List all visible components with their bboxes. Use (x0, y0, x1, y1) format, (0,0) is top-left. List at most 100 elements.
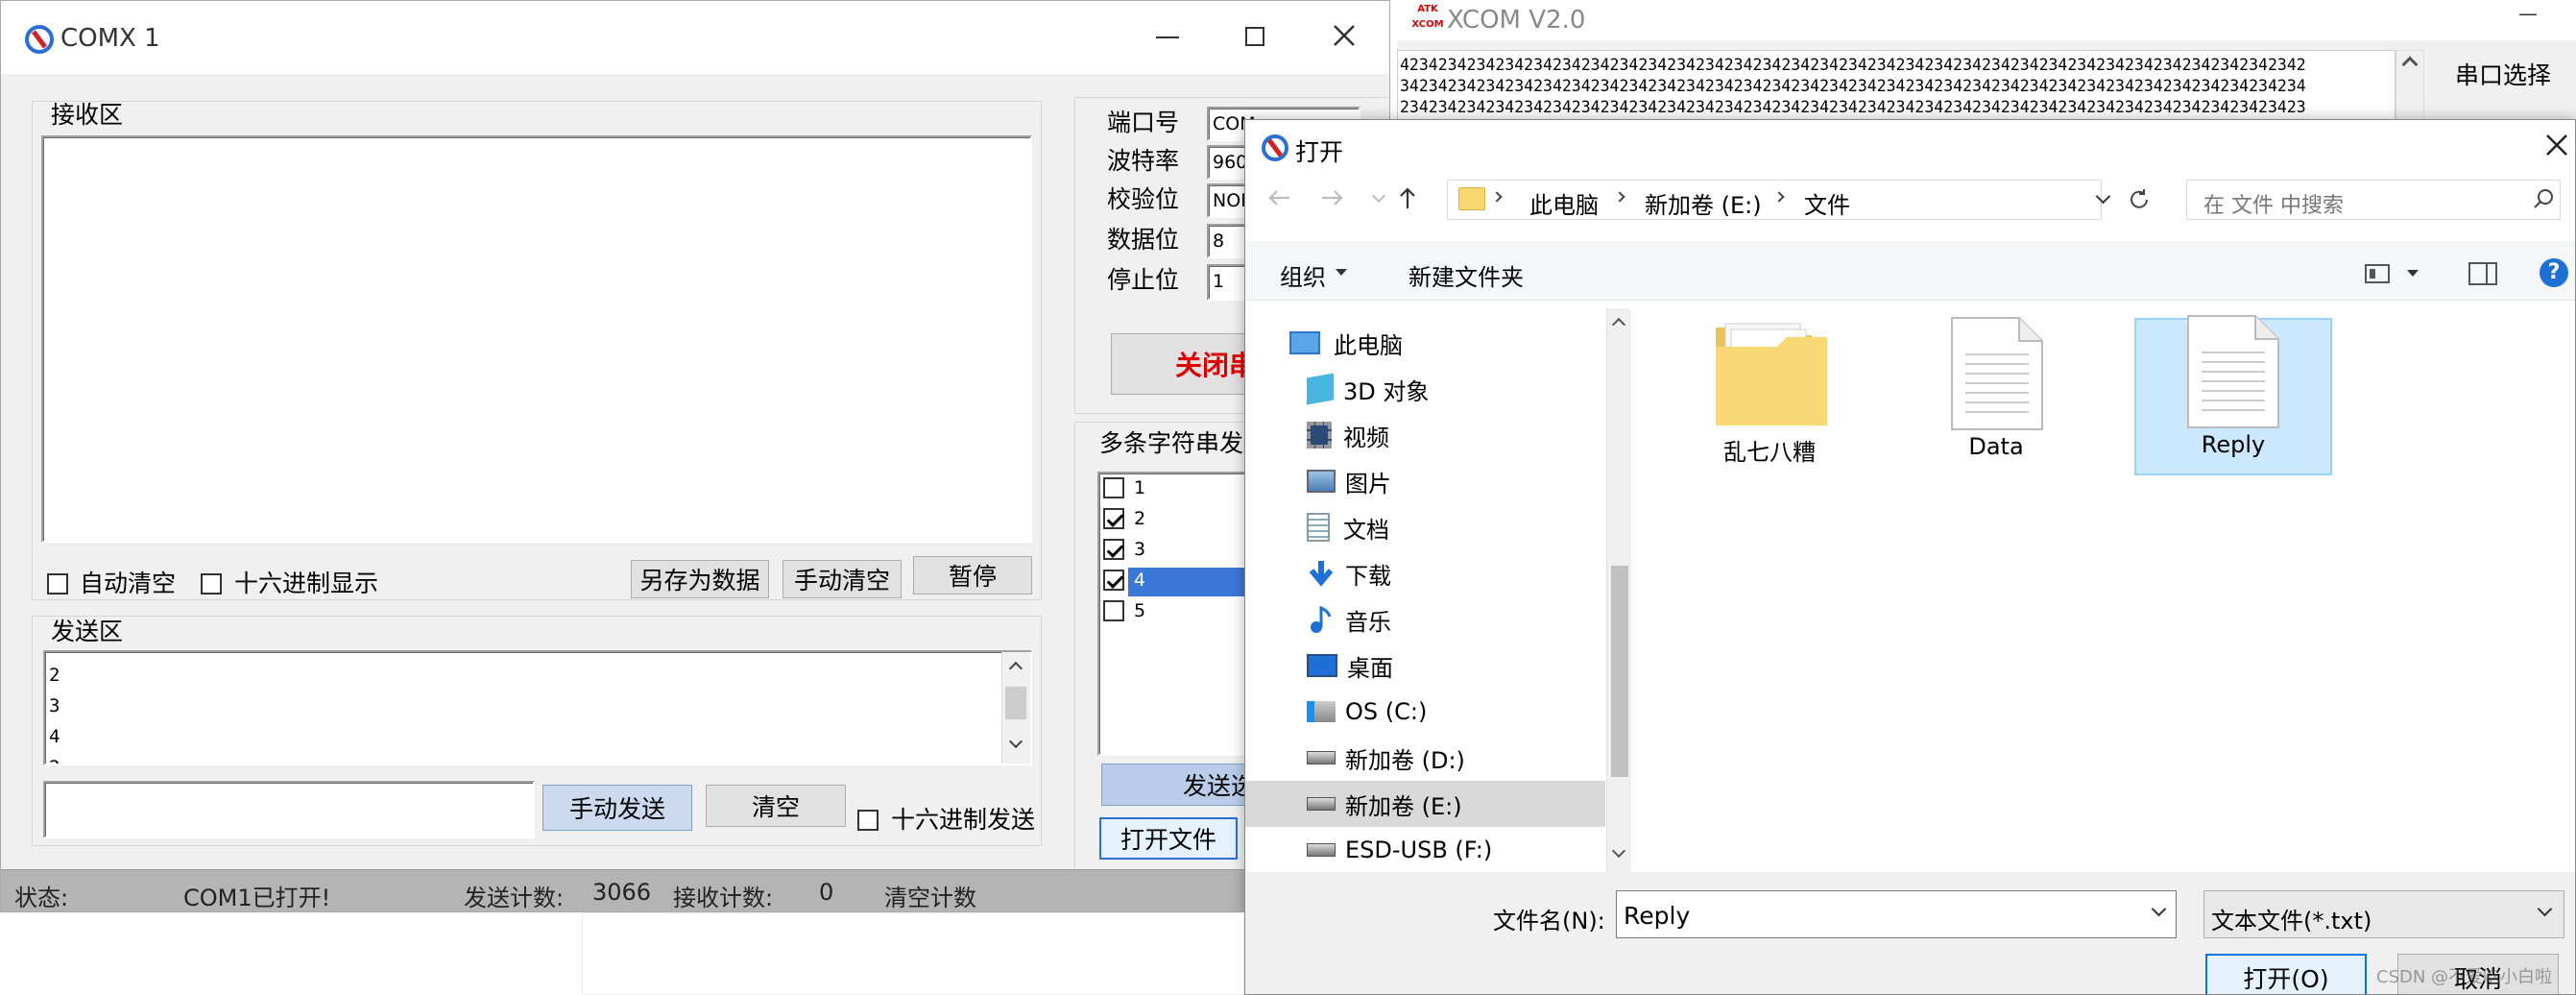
recv-count-value: 0 (819, 879, 834, 906)
filetype-value: 文本文件(*.txt) (2211, 908, 2372, 934)
breadcrumb-item[interactable]: 此电脑 (1529, 186, 1599, 220)
scroll-up-icon[interactable] (1008, 661, 1023, 676)
nav-item-desktop[interactable]: 桌面 (1245, 643, 1605, 689)
multi-item-checkbox[interactable] (1103, 600, 1124, 621)
new-folder-button[interactable]: 新建文件夹 (1408, 258, 1524, 292)
scroll-thumb[interactable] (1611, 566, 1628, 777)
usb-drive-icon (1307, 843, 1336, 857)
scroll-up-icon[interactable] (2401, 56, 2419, 73)
file-name: Data (1968, 433, 2024, 460)
multi-item-checkbox[interactable] (1103, 539, 1124, 560)
nav-scrollbar-track[interactable] (1606, 308, 1631, 872)
open-file-button[interactable]: 打开文件 (1099, 817, 1238, 860)
filename-label: 文件名(N): (1493, 908, 1605, 934)
scroll-down-icon[interactable] (1611, 843, 1626, 859)
text-file-icon (2179, 314, 2286, 429)
dialog-close-icon[interactable] (2543, 132, 2570, 158)
watermark: CSDN @不爱吃小白啦 (2376, 967, 2553, 987)
xcom-text-line: 4234234234234234234234234234234234234234… (1400, 56, 2306, 74)
download-icon (1307, 559, 1336, 588)
preview-pane-icon[interactable] (2468, 262, 2497, 285)
xcom-titlebar: ATK XCOM XCOM V2.0 — (1397, 0, 2576, 40)
send-count-label: 发送计数: (464, 885, 565, 911)
send-line: 2 (49, 665, 60, 686)
pause-button[interactable]: 暂停 (913, 556, 1032, 595)
multi-item-checkbox[interactable] (1103, 477, 1124, 498)
serial-select-label: 串口选择 (2455, 61, 2552, 89)
hex-send-label: 十六进制发送 (891, 806, 1036, 834)
organize-dropdown-icon[interactable] (1336, 269, 1347, 276)
view-options-icon[interactable] (2365, 264, 2390, 283)
file-item[interactable]: 乱七八糟 (1693, 318, 1846, 472)
dialog-logo-icon (1261, 133, 1289, 162)
auto-clear-checkbox[interactable] (47, 573, 68, 595)
hex-display-label: 十六进制显示 (234, 570, 379, 597)
nav-item-pictures[interactable]: 图片 (1245, 458, 1605, 504)
manual-clear-button[interactable]: 手动清空 (782, 560, 902, 598)
search-icon[interactable] (2532, 187, 2555, 210)
refresh-icon[interactable] (2127, 187, 2152, 212)
drive-icon (1307, 797, 1336, 811)
clear-count-button[interactable]: 清空计数 (884, 879, 976, 911)
text-file-icon (1942, 316, 2050, 431)
nav-item-drive-e[interactable]: 新加卷 (E:) (1245, 781, 1605, 827)
breadcrumb-item[interactable]: 文件 (1804, 186, 1850, 220)
xcom-minimize-button[interactable]: — (2518, 2, 2538, 25)
nav-pane[interactable]: 此电脑 3D 对象 视频 图片 文档 下载 音乐 桌面 OS (C:) 新加卷 … (1245, 301, 1610, 872)
folder-icon (1458, 187, 1485, 210)
save-data-button[interactable]: 另存为数据 (631, 560, 769, 598)
file-item[interactable]: Data (1919, 316, 2073, 472)
stopbits-label: 停止位 (1107, 266, 1180, 294)
close-icon[interactable] (1331, 22, 1358, 49)
help-icon[interactable]: ? (2540, 258, 2568, 287)
document-icon (1307, 513, 1330, 542)
view-dropdown-icon[interactable] (2407, 270, 2419, 277)
send-scrollbar[interactable] (1001, 652, 1030, 764)
receive-textarea[interactable] (41, 135, 1032, 543)
nav-item-videos[interactable]: 视频 (1245, 412, 1605, 458)
back-icon[interactable] (1264, 183, 1293, 212)
send-count-value: 3066 (592, 879, 652, 906)
picture-icon (1307, 470, 1336, 493)
scroll-thumb[interactable] (1005, 687, 1026, 719)
maximize-icon[interactable] (1245, 27, 1264, 46)
scroll-up-icon[interactable] (1611, 317, 1626, 332)
filename-input[interactable] (1616, 890, 2177, 938)
send-input[interactable] (43, 781, 535, 838)
send-textarea[interactable]: 2 3 4 2 (43, 650, 1032, 765)
forward-icon[interactable] (1318, 183, 1347, 212)
multi-item-label: 3 (1134, 539, 1146, 560)
multi-item-checkbox[interactable] (1103, 570, 1124, 591)
recent-chevron-icon[interactable] (1371, 188, 1386, 204)
nav-item-drive-f[interactable]: ESD-USB (F:) (1245, 827, 1605, 872)
breadcrumb-item[interactable]: 新加卷 (E:) (1645, 186, 1762, 220)
xcom-text-line: 3423423423423423423423423423423423423423… (1400, 77, 2306, 95)
cube-icon (1307, 373, 1334, 405)
organize-button[interactable]: 组织 (1280, 258, 1326, 292)
manual-send-button[interactable]: 手动发送 (542, 785, 692, 831)
nav-item-drive-d[interactable]: 新加卷 (D:) (1245, 735, 1605, 781)
nav-item-drive-c[interactable]: OS (C:) (1245, 689, 1605, 735)
file-name: 乱七八糟 (1723, 439, 1816, 466)
hex-display-checkbox[interactable] (201, 573, 222, 595)
nav-item-music[interactable]: 音乐 (1245, 596, 1605, 643)
multi-item-checkbox[interactable] (1103, 508, 1124, 529)
multi-send-title: 多条字符串发送 (1099, 429, 1268, 457)
up-icon[interactable] (1393, 183, 1422, 212)
hex-send-checkbox[interactable] (857, 810, 879, 831)
multi-item-label: 1 (1134, 477, 1146, 498)
drive-icon (1307, 751, 1336, 764)
comx-title: COMX 1 (60, 24, 160, 53)
nav-item-documents[interactable]: 文档 (1245, 504, 1605, 550)
file-item-selected[interactable]: Reply (2134, 315, 2332, 475)
receive-group-title: 接收区 (47, 103, 128, 127)
comx-titlebar: COMX 1 (1, 1, 1389, 74)
minimize-icon[interactable] (1156, 36, 1179, 38)
search-placeholder: 在 文件 中搜索 (2203, 194, 2344, 218)
nav-item-this-pc[interactable]: 此电脑 (1245, 320, 1605, 366)
clear-button[interactable]: 清空 (706, 785, 846, 827)
scroll-down-icon[interactable] (1008, 734, 1023, 749)
open-button[interactable]: 打开(O) (2205, 954, 2367, 994)
nav-item-3d-objects[interactable]: 3D 对象 (1245, 366, 1605, 412)
nav-item-downloads[interactable]: 下载 (1245, 550, 1605, 596)
